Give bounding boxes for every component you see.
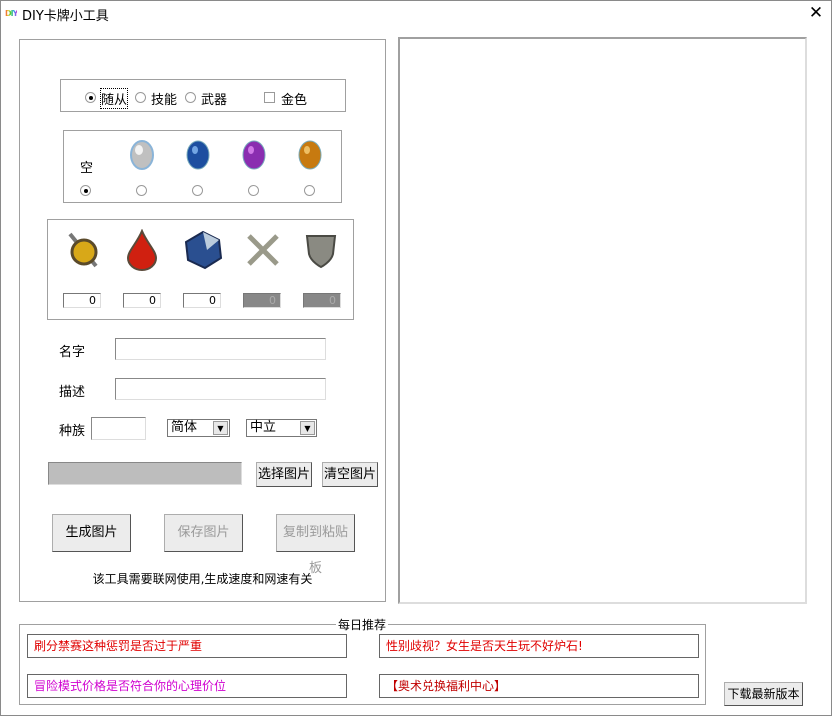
label-race: 种族: [59, 424, 86, 439]
radio-rarity-empty[interactable]: [80, 185, 91, 196]
description-input[interactable]: [115, 378, 326, 400]
radio-rarity-epic[interactable]: [248, 185, 259, 196]
language-value: 简体: [171, 420, 198, 435]
label-minion: 随从: [99, 88, 129, 109]
name-input[interactable]: [115, 338, 326, 360]
news-link-4[interactable]: 【奥术兑换福利中心】: [379, 674, 699, 698]
image-path-field: [48, 462, 242, 485]
crystal-input[interactable]: 0: [183, 293, 221, 308]
label-empty-rarity: 空: [80, 161, 94, 176]
rare-gem-icon: [186, 140, 210, 170]
radio-rarity-common[interactable]: [136, 185, 147, 196]
news-link-1[interactable]: 刷分禁赛这种惩罚是否过于严重: [27, 634, 347, 658]
clear-image-button[interactable]: 清空图片: [322, 462, 378, 487]
health-input[interactable]: 0: [123, 293, 161, 308]
label-name: 名字: [59, 345, 86, 360]
download-latest-button[interactable]: 下载最新版本: [724, 682, 803, 706]
card-preview-panel: [398, 37, 807, 604]
radio-spell[interactable]: [135, 92, 146, 103]
news-link-2[interactable]: 性别歧视？女生是否天生玩不好炉石!: [379, 634, 699, 658]
label-golden: 金色: [281, 93, 308, 108]
generate-image-button[interactable]: 生成图片: [52, 514, 131, 552]
radio-minion[interactable]: [85, 92, 96, 103]
chevron-down-icon: ▼: [300, 421, 315, 435]
radio-rarity-legendary[interactable]: [304, 185, 315, 196]
attack-input: 0: [243, 293, 281, 308]
label-description: 描述: [59, 385, 86, 400]
epic-gem-icon: [242, 140, 266, 170]
daily-recommend-title: 每日推荐: [336, 616, 389, 633]
news-link-3[interactable]: 冒险模式价格是否符合你的心理价位: [27, 674, 347, 698]
radio-rarity-rare[interactable]: [192, 185, 203, 196]
network-note: 该工具需要联网使用,生成速度和网速有关: [92, 572, 313, 586]
race-input[interactable]: [91, 417, 146, 440]
common-gem-icon: [130, 140, 154, 170]
chevron-down-icon: ▼: [213, 421, 228, 435]
save-image-button: 保存图片: [164, 514, 243, 552]
language-select[interactable]: 简体 ▼: [167, 419, 230, 437]
label-spell: 技能: [151, 93, 178, 108]
attack-icon: [247, 234, 279, 266]
golden-checkbox[interactable]: [264, 92, 275, 103]
copy-to-clipboard-button: 复制到粘贴板: [276, 514, 355, 576]
radio-weapon[interactable]: [185, 92, 196, 103]
health-icon: [126, 229, 158, 271]
armor-input: 0: [303, 293, 341, 308]
faction-value: 中立: [250, 420, 277, 435]
select-image-button[interactable]: 选择图片: [256, 462, 312, 487]
mana-icon: [68, 232, 98, 268]
legendary-gem-icon: [298, 140, 322, 170]
app-logo: DIY: [5, 9, 18, 18]
label-weapon: 武器: [201, 93, 228, 108]
mana-cost-input[interactable]: 0: [63, 293, 101, 308]
faction-select[interactable]: 中立 ▼: [246, 419, 317, 437]
armor-icon: [305, 235, 337, 269]
close-button[interactable]: ✕: [806, 3, 826, 23]
window-title: DIY卡牌小工具: [22, 9, 109, 24]
crystal-icon: [184, 230, 223, 270]
